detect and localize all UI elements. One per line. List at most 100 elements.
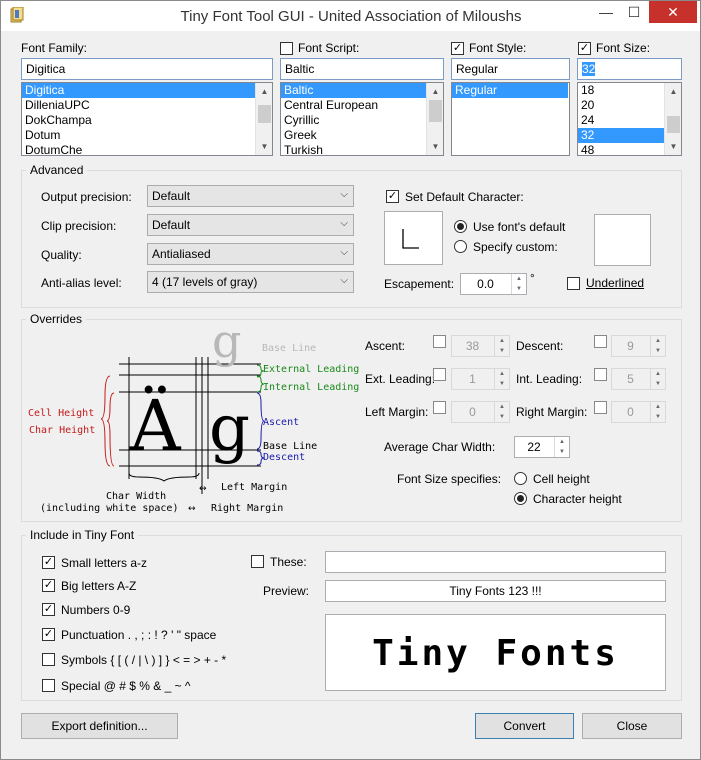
scrollbar[interactable]: ▲ ▼: [426, 83, 443, 155]
scroll-down-icon[interactable]: ▼: [665, 138, 681, 155]
export-definition-button[interactable]: Export definition...: [21, 713, 178, 739]
quality-select[interactable]: Antialiased ⌵: [147, 243, 354, 265]
left-margin-stepper[interactable]: 0 ▲ ▼: [451, 401, 510, 423]
spin-up-icon[interactable]: ▲: [495, 402, 509, 412]
symbols-checkbox[interactable]: [42, 653, 55, 666]
preview-input[interactable]: Tiny Fonts 123 !!!: [325, 580, 666, 602]
spin-up-icon[interactable]: ▲: [651, 369, 665, 379]
escapement-stepper[interactable]: 0.0 ▲ ▼: [460, 273, 527, 295]
font-size-list[interactable]: 18 20 24 32 48 ▲ ▼: [577, 82, 682, 156]
spin-up-icon[interactable]: ▲: [495, 369, 509, 379]
font-script-input[interactable]: Baltic: [280, 58, 444, 80]
clip-precision-value: Default: [152, 218, 191, 232]
underlined-checkbox[interactable]: [567, 277, 580, 290]
scroll-down-icon[interactable]: ▼: [256, 138, 272, 155]
list-item[interactable]: DotumChe: [22, 143, 272, 155]
font-style-input[interactable]: Regular: [451, 58, 570, 80]
font-family-list[interactable]: Digitica DilleniaUPC DokChampa Dotum Dot…: [21, 82, 273, 156]
font-style-list[interactable]: Regular: [451, 82, 570, 156]
font-size-input[interactable]: 32: [577, 58, 682, 80]
maximize-button[interactable]: ☐: [621, 1, 647, 23]
descent-label: Descent: [263, 452, 305, 463]
list-item[interactable]: Dotum: [22, 128, 272, 143]
clip-precision-select[interactable]: Default ⌵: [147, 214, 354, 236]
int-leading-checkbox[interactable]: [594, 368, 607, 381]
int-leading-stepper[interactable]: 5 ▲ ▼: [611, 368, 666, 390]
font-script-checkbox[interactable]: [280, 42, 293, 55]
spin-down-icon[interactable]: ▼: [495, 379, 509, 389]
spin-down-icon[interactable]: ▼: [555, 447, 569, 457]
font-family-input[interactable]: Digitica: [21, 58, 273, 80]
scrollbar[interactable]: ▲ ▼: [664, 83, 681, 155]
scroll-up-icon[interactable]: ▲: [427, 83, 443, 100]
spin-down-icon[interactable]: ▼: [512, 284, 526, 294]
big-letters-checkbox[interactable]: ✓: [42, 579, 55, 592]
scroll-thumb[interactable]: [429, 100, 442, 122]
descent-checkbox[interactable]: [594, 335, 607, 348]
char-height-radio[interactable]: [514, 492, 527, 505]
ascent-stepper[interactable]: 38 ▲ ▼: [451, 335, 510, 357]
list-item[interactable]: Cyrillic: [281, 113, 443, 128]
right-margin-stepper[interactable]: 0 ▲ ▼: [611, 401, 666, 423]
specify-custom-radio[interactable]: [454, 240, 467, 253]
spin-up-icon[interactable]: ▲: [555, 437, 569, 447]
scroll-down-icon[interactable]: ▼: [427, 138, 443, 155]
font-script-label: Font Script:: [298, 41, 360, 55]
convert-button[interactable]: Convert: [475, 713, 574, 739]
antialias-select[interactable]: 4 (17 levels of gray) ⌵: [147, 271, 354, 293]
right-margin-checkbox[interactable]: [594, 401, 607, 414]
spin-down-icon[interactable]: ▼: [651, 412, 665, 422]
including-ws-label: (including white space): [40, 503, 178, 514]
spin-up-icon[interactable]: ▲: [651, 336, 665, 346]
output-precision-select[interactable]: Default ⌵: [147, 185, 354, 207]
list-item[interactable]: Turkish: [281, 143, 443, 155]
list-item[interactable]: Greek: [281, 128, 443, 143]
special-checkbox[interactable]: [42, 679, 55, 692]
list-item[interactable]: 32: [578, 128, 664, 143]
scrollbar[interactable]: ▲ ▼: [255, 83, 272, 155]
font-style-checkbox[interactable]: ✓: [451, 42, 464, 55]
list-item[interactable]: Digitica: [22, 83, 255, 98]
small-letters-checkbox[interactable]: ✓: [42, 556, 55, 569]
spin-up-icon[interactable]: ▲: [495, 336, 509, 346]
close-button[interactable]: Close: [582, 713, 682, 739]
avg-char-width-stepper[interactable]: 22 ▲ ▼: [514, 436, 570, 458]
numbers-checkbox[interactable]: ✓: [42, 603, 55, 616]
scroll-thumb[interactable]: [258, 105, 271, 123]
set-default-char-checkbox[interactable]: ✓: [386, 190, 399, 203]
font-script-list[interactable]: Baltic Central European Cyrillic Greek T…: [280, 82, 444, 156]
spin-down-icon[interactable]: ▼: [495, 412, 509, 422]
close-window-button[interactable]: ✕: [649, 1, 697, 23]
these-checkbox[interactable]: [251, 555, 264, 568]
list-item[interactable]: Central European: [281, 98, 443, 113]
scroll-up-icon[interactable]: ▲: [665, 83, 681, 100]
ascent-checkbox[interactable]: [433, 335, 446, 348]
advanced-title: Advanced: [26, 163, 88, 177]
spin-up-icon[interactable]: ▲: [512, 274, 526, 284]
font-size-checkbox[interactable]: ✓: [578, 42, 591, 55]
spin-down-icon[interactable]: ▼: [651, 379, 665, 389]
escapement-label: Escapement:: [384, 277, 455, 291]
minimize-button[interactable]: —: [593, 1, 619, 23]
list-item[interactable]: DilleniaUPC: [22, 98, 272, 113]
scroll-thumb[interactable]: [667, 116, 680, 133]
list-item[interactable]: DokChampa: [22, 113, 272, 128]
descent-stepper[interactable]: 9 ▲ ▼: [611, 335, 666, 357]
left-margin-arrow-icon: ↔: [199, 484, 207, 494]
these-input[interactable]: [325, 551, 666, 573]
list-item[interactable]: Regular: [452, 83, 568, 98]
custom-char-box[interactable]: [594, 214, 651, 266]
spin-down-icon[interactable]: ▼: [495, 346, 509, 356]
descent-field-label: Descent:: [516, 339, 564, 353]
scroll-up-icon[interactable]: ▲: [256, 83, 272, 100]
spin-down-icon[interactable]: ▼: [651, 346, 665, 356]
punctuation-checkbox[interactable]: ✓: [42, 628, 55, 641]
ext-leading-stepper[interactable]: 1 ▲ ▼: [451, 368, 510, 390]
left-margin-checkbox[interactable]: [433, 401, 446, 414]
spin-up-icon[interactable]: ▲: [651, 402, 665, 412]
ext-leading-checkbox[interactable]: [433, 368, 446, 381]
list-item[interactable]: Baltic: [281, 83, 426, 98]
cell-height-radio[interactable]: [514, 472, 527, 485]
use-default-radio[interactable]: [454, 220, 467, 233]
preview-render-text: Tiny Fonts: [372, 633, 619, 674]
